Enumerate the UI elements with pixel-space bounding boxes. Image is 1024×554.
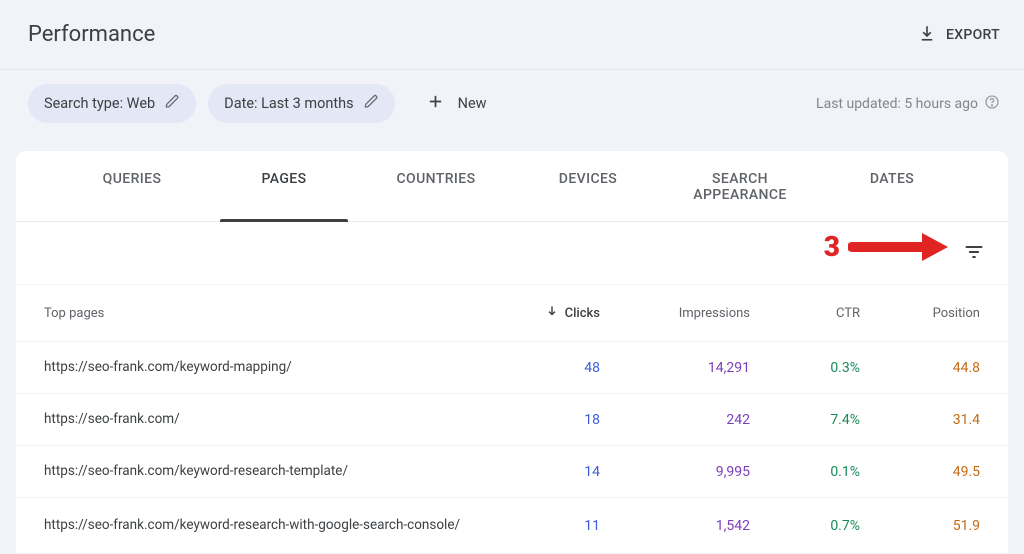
search-type-chip[interactable]: Search type: Web	[28, 84, 196, 123]
cell-position: 44.8	[860, 360, 980, 376]
cell-impressions: 242	[600, 412, 750, 428]
search-type-chip-label: Search type: Web	[44, 95, 155, 112]
cell-ctr: 0.7%	[750, 518, 860, 534]
col-clicks[interactable]: Clicks	[480, 304, 600, 322]
cell-impressions: 14,291	[600, 360, 750, 376]
tab-devices[interactable]: DEVICES	[512, 151, 664, 221]
new-filter-button[interactable]: New	[427, 93, 487, 114]
cell-clicks: 18	[480, 412, 600, 428]
date-chip-label: Date: Last 3 months	[224, 95, 353, 112]
last-updated: Last updated: 5 hours ago	[816, 94, 1000, 114]
export-button[interactable]: EXPORT	[918, 24, 1000, 46]
cell-clicks: 14	[480, 464, 600, 480]
page-url: https://seo-frank.com/keyword-mapping/	[44, 359, 480, 377]
cell-position: 51.9	[860, 518, 980, 534]
cell-position: 49.5	[860, 464, 980, 480]
last-updated-text: Last updated: 5 hours ago	[816, 96, 978, 112]
sort-desc-icon	[545, 304, 559, 322]
table-row[interactable]: https://seo-frank.com/keyword-research-t…	[16, 446, 1008, 498]
cell-impressions: 9,995	[600, 464, 750, 480]
tab-pages[interactable]: PAGES	[208, 151, 360, 221]
cell-ctr: 7.4%	[750, 412, 860, 428]
table-row[interactable]: https://seo-frank.com/keyword-mapping/ 4…	[16, 342, 1008, 394]
tab-search-appearance[interactable]: SEARCH APPEARANCE	[664, 151, 816, 221]
cell-position: 31.4	[860, 412, 980, 428]
cell-ctr: 0.3%	[750, 360, 860, 376]
pencil-icon	[364, 94, 379, 113]
report-card: QUERIES PAGES COUNTRIES DEVICES SEARCH A…	[16, 151, 1008, 554]
page-title: Performance	[28, 22, 155, 47]
arrow-right-icon	[848, 231, 948, 263]
page-url: https://seo-frank.com/	[44, 411, 480, 429]
cell-impressions: 1,542	[600, 518, 750, 534]
download-icon	[918, 24, 936, 46]
filter-icon[interactable]	[964, 242, 984, 266]
plus-icon	[427, 93, 444, 114]
page-url: https://seo-frank.com/keyword-research-w…	[44, 517, 480, 535]
table-row[interactable]: https://seo-frank.com/ 18 242 7.4% 31.4	[16, 394, 1008, 446]
cell-clicks: 48	[480, 360, 600, 376]
annotation-3: 3	[824, 230, 948, 263]
export-label: EXPORT	[946, 27, 1000, 43]
tab-dates[interactable]: DATES	[816, 151, 968, 221]
new-label: New	[458, 95, 487, 112]
pencil-icon	[165, 94, 180, 113]
help-icon[interactable]	[984, 94, 1000, 114]
tab-countries[interactable]: COUNTRIES	[360, 151, 512, 221]
col-position[interactable]: Position	[860, 306, 980, 321]
pages-table: Top pages Clicks Impressions CTR Positio…	[16, 284, 1008, 554]
cell-ctr: 0.1%	[750, 464, 860, 480]
col-impressions[interactable]: Impressions	[600, 306, 750, 321]
date-chip[interactable]: Date: Last 3 months	[208, 84, 394, 123]
col-clicks-label: Clicks	[565, 306, 600, 321]
table-row[interactable]: https://seo-frank.com/keyword-research-w…	[16, 498, 1008, 554]
table-header: Top pages Clicks Impressions CTR Positio…	[16, 284, 1008, 342]
tabs: QUERIES PAGES COUNTRIES DEVICES SEARCH A…	[16, 151, 1008, 222]
tab-queries[interactable]: QUERIES	[56, 151, 208, 221]
col-ctr[interactable]: CTR	[750, 306, 860, 321]
cell-clicks: 11	[480, 518, 600, 534]
col-pages: Top pages	[44, 306, 480, 321]
annotation-label: 3	[824, 230, 840, 263]
page-url: https://seo-frank.com/keyword-research-t…	[44, 463, 480, 481]
